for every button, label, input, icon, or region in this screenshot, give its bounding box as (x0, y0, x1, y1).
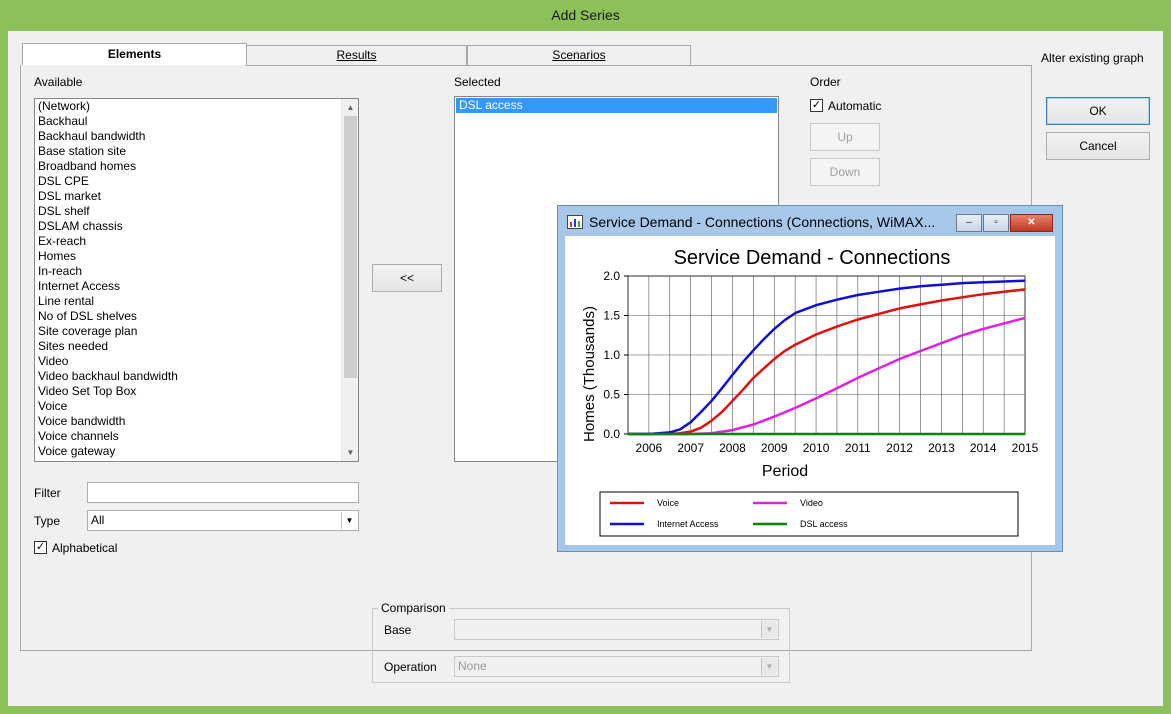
order-label: Order (810, 75, 841, 89)
available-list-item[interactable]: Base station site (35, 144, 340, 159)
up-button[interactable]: Up (810, 123, 880, 151)
available-list-item[interactable]: Sites needed (35, 339, 340, 354)
tab-elements[interactable]: Elements (22, 43, 247, 66)
scroll-up-icon[interactable]: ▲ (342, 99, 359, 116)
tab-scenarios-label: Scenarios (552, 48, 606, 62)
chevron-down-icon[interactable]: ▼ (341, 512, 357, 529)
x-tick-label: 2006 (636, 441, 663, 455)
restore-icon[interactable]: ▫ (983, 214, 1009, 232)
available-list-item[interactable]: Broadband homes (35, 159, 340, 174)
available-list-item[interactable]: Video backhaul bandwidth (35, 369, 340, 384)
chart-area: Service Demand - Connections 0.0 0.5 1.0 1.… (565, 236, 1055, 545)
chart-window-titlebar[interactable]: Service Demand - Connections (Connection… (558, 206, 1062, 236)
available-list[interactable]: (Network) Backhaul Backhaul bandwidth Base … (34, 98, 359, 462)
tab-scenarios[interactable]: Scenarios (467, 45, 691, 66)
x-tick-label: 2011 (845, 441, 871, 455)
available-list-item[interactable]: DSL CPE (35, 174, 340, 189)
type-select[interactable]: All ▼ (87, 510, 359, 531)
available-list-item[interactable]: DSL market (35, 189, 340, 204)
available-list-item[interactable]: No of DSL shelves (35, 309, 340, 324)
minimize-icon[interactable]: – (956, 214, 982, 232)
operation-label: Operation (384, 660, 437, 674)
automatic-label: Automatic (828, 99, 882, 113)
legend-label: DSL access (800, 519, 848, 529)
available-list-item[interactable]: Voice bandwidth (35, 414, 340, 429)
tab-divider (246, 65, 1032, 66)
type-select-value: All (91, 513, 105, 527)
operation-select-value: None (458, 659, 487, 673)
y-tick-label: 0.0 (603, 427, 620, 441)
alphabetical-checkbox[interactable]: ✓ (34, 541, 47, 554)
available-list-item[interactable]: In-reach (35, 264, 340, 279)
available-list-item[interactable]: (Network) (35, 99, 340, 114)
y-tick-label: 1.0 (603, 348, 620, 362)
x-axis-label: Period (762, 463, 808, 480)
chart-window[interactable]: Service Demand - Connections (Connection… (557, 205, 1063, 552)
window-title: Add Series (551, 7, 620, 23)
add-series-window: Add Series Elements Results Scenarios Al… (0, 0, 1171, 714)
selected-list-item[interactable]: DSL access (456, 98, 777, 113)
scroll-thumb[interactable] (344, 116, 357, 378)
available-list-item[interactable]: Line rental (35, 294, 340, 309)
x-tick-label: 2014 (970, 441, 997, 455)
y-axis-label: Homes (Thousands) (581, 306, 598, 442)
available-list-item[interactable]: Voice (35, 399, 340, 414)
chart-title: Service Demand - Connections (674, 247, 951, 269)
chart-icon (567, 215, 583, 229)
tab-results-label: Results (336, 48, 377, 62)
available-scrollbar[interactable]: ▲ ▼ (341, 99, 358, 461)
available-list-item[interactable]: DSL shelf (35, 204, 340, 219)
alter-existing-graph-label: Alter existing graph (1041, 51, 1144, 65)
y-tick-label: 2.0 (603, 269, 620, 283)
selected-items: DSL access (456, 98, 777, 113)
base-select[interactable]: ▼ (454, 619, 779, 640)
available-list-item[interactable]: Ex-reach (35, 234, 340, 249)
down-button[interactable]: Down (810, 158, 880, 186)
available-list-item[interactable]: Video Set Top Box (35, 384, 340, 399)
available-list-item[interactable]: Voice gateway (35, 444, 340, 459)
y-tick-label: 1.5 (603, 309, 620, 323)
comparison-title: Comparison (378, 601, 449, 615)
x-tick-label: 2015 (1012, 441, 1039, 455)
legend-label: Voice (657, 498, 679, 508)
selected-label: Selected (454, 75, 501, 89)
x-tick-label: 2012 (886, 441, 913, 455)
legend-label: Internet Access (657, 519, 719, 529)
available-list-item[interactable]: Voice channels (35, 429, 340, 444)
base-label: Base (384, 623, 412, 637)
automatic-checkbox[interactable]: ✓ (810, 99, 823, 112)
x-tick-label: 2010 (803, 441, 830, 455)
close-icon[interactable]: ✕ (1010, 214, 1053, 232)
available-list-item[interactable]: Internet Access (35, 279, 340, 294)
available-list-item[interactable]: DSLAM chassis (35, 219, 340, 234)
cancel-button[interactable]: Cancel (1046, 132, 1150, 160)
chevron-down-icon[interactable]: ▼ (761, 621, 777, 638)
x-tick-label: 2009 (761, 441, 788, 455)
y-tick-label: 0.5 (603, 388, 620, 402)
dialog-client-area: Elements Results Scenarios Alter existin… (8, 31, 1163, 706)
x-tick-label: 2008 (719, 441, 746, 455)
type-label: Type (34, 514, 61, 528)
chart-window-title: Service Demand - Connections (Connection… (589, 214, 936, 230)
alphabetical-label: Alphabetical (52, 541, 118, 555)
move-left-button[interactable]: << (372, 264, 442, 292)
tab-results[interactable]: Results (246, 45, 467, 66)
available-list-item[interactable]: Backhaul (35, 114, 340, 129)
filter-input[interactable] (87, 482, 359, 503)
legend-label: Video (800, 498, 823, 508)
x-tick-label: 2013 (928, 441, 955, 455)
chart-svg: Service Demand - Connections 0.0 0.5 1.0 1.… (581, 247, 1039, 537)
available-list-item[interactable]: Video (35, 354, 340, 369)
x-tick-label: 2007 (677, 441, 704, 455)
chevron-down-icon[interactable]: ▼ (761, 658, 777, 675)
ok-button[interactable]: OK (1046, 97, 1150, 125)
filter-label: Filter (34, 486, 61, 500)
scroll-down-icon[interactable]: ▼ (342, 444, 359, 461)
available-items: (Network) Backhaul Backhaul bandwidth Base … (35, 99, 340, 459)
available-list-item[interactable]: Homes (35, 249, 340, 264)
operation-select[interactable]: None ▼ (454, 656, 779, 677)
available-list-item[interactable]: Backhaul bandwidth (35, 129, 340, 144)
available-list-item[interactable]: Site coverage plan (35, 324, 340, 339)
available-label: Available (34, 75, 83, 89)
